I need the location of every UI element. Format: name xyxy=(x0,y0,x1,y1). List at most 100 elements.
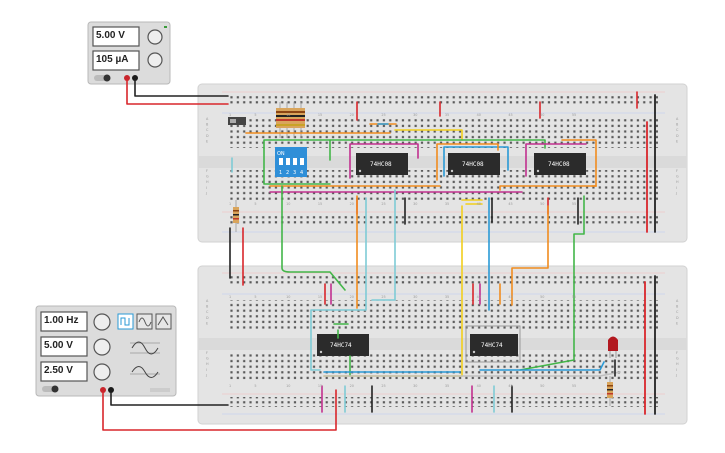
row-letter-right-0-D: D xyxy=(676,134,679,138)
power-supply-voltage-display: 5.00 V xyxy=(96,30,125,41)
column-number-bottom-1-40: 40 xyxy=(477,384,481,388)
column-number-top-1-15: 15 xyxy=(318,295,322,299)
row-letter-right-1-F: F xyxy=(676,351,678,355)
current-knob[interactable] xyxy=(147,52,163,68)
row-letter-left-0-E: E xyxy=(206,139,208,143)
function-generator-frequency-display: 1.00 Hz xyxy=(44,315,79,326)
row-letter-right-1-H: H xyxy=(676,362,679,366)
column-number-top-1-30: 30 xyxy=(413,295,417,299)
dip-switch-number-4: 4 xyxy=(300,170,303,176)
column-number-bottom-0-55: 55 xyxy=(572,202,576,206)
column-number-bottom-0-40: 40 xyxy=(477,202,481,206)
row-letter-left-0-G: G xyxy=(206,175,209,179)
column-number-top-1-50: 50 xyxy=(540,295,544,299)
column-number-top-1-35: 35 xyxy=(445,295,449,299)
column-number-top-0-50: 50 xyxy=(540,113,544,117)
column-number-bottom-0-35: 35 xyxy=(445,202,449,206)
chip-label-74hc74-1: 74HC74 xyxy=(330,342,352,349)
row-letter-left-1-G: G xyxy=(206,357,209,361)
column-number-bottom-1-45: 45 xyxy=(508,384,512,388)
row-letter-left-0-J: J xyxy=(205,191,207,195)
column-number-bottom-1-5: 5 xyxy=(254,384,256,388)
power-supply-current-display: 105 µA xyxy=(96,54,129,65)
column-number-top-1-1: 1 xyxy=(229,295,231,299)
column-number-top-0-30: 30 xyxy=(413,113,417,117)
generator-positive-terminal-icon[interactable] xyxy=(100,387,106,393)
column-number-bottom-0-50: 50 xyxy=(540,202,544,206)
generator-label-plate xyxy=(150,388,170,392)
row-letter-left-1-I: I xyxy=(206,368,207,372)
column-number-bottom-0-45: 45 xyxy=(508,202,512,206)
row-letter-left-1-H: H xyxy=(206,362,209,366)
column-number-top-0-35: 35 xyxy=(445,113,449,117)
sine-wave-button[interactable] xyxy=(136,313,153,330)
column-number-top-1-10: 10 xyxy=(286,295,290,299)
breadboard-top[interactable] xyxy=(197,83,688,243)
column-number-top-1-20: 20 xyxy=(350,295,354,299)
row-letter-right-1-D: D xyxy=(676,316,679,320)
column-number-bottom-1-1: 1 xyxy=(229,384,231,388)
column-number-top-0-40: 40 xyxy=(477,113,481,117)
column-number-bottom-1-10: 10 xyxy=(286,384,290,388)
voltage-knob[interactable] xyxy=(147,29,163,45)
row-letter-right-1-J: J xyxy=(675,373,677,377)
column-number-bottom-0-5: 5 xyxy=(254,202,256,206)
column-number-top-0-45: 45 xyxy=(508,113,512,117)
column-number-bottom-0-1: 1 xyxy=(229,202,231,206)
column-number-bottom-1-30: 30 xyxy=(413,384,417,388)
column-number-top-0-10: 10 xyxy=(286,113,290,117)
function-generator-offset-display: 2.50 V xyxy=(44,365,73,376)
dip-switch-on-label: ON xyxy=(277,151,285,157)
chip-label-74hc08-1: 74HC08 xyxy=(370,161,392,168)
column-number-top-0-15: 15 xyxy=(318,113,322,117)
row-letter-left-0-H: H xyxy=(206,180,209,184)
frequency-knob[interactable] xyxy=(93,313,111,331)
chip-label-74hc74-2: 74HC74 xyxy=(481,342,503,349)
square-wave-button[interactable] xyxy=(117,313,134,330)
row-letter-right-1-I: I xyxy=(676,368,677,372)
power-switch-knob-icon xyxy=(103,74,111,82)
chip-label-74hc08-3: 74HC08 xyxy=(548,161,570,168)
column-number-bottom-0-25: 25 xyxy=(381,202,385,206)
column-number-bottom-0-20: 20 xyxy=(350,202,354,206)
row-letter-left-0-I: I xyxy=(206,186,207,190)
row-letter-left-0-D: D xyxy=(206,134,209,138)
generator-negative-terminal-icon[interactable] xyxy=(108,387,114,393)
power-led-icon xyxy=(164,26,167,28)
column-number-top-0-1: 1 xyxy=(229,113,231,117)
slide-switch[interactable] xyxy=(228,117,246,125)
row-letter-left-1-D: D xyxy=(206,316,209,320)
dip-switch-number-3: 3 xyxy=(293,170,296,176)
column-number-bottom-1-25: 25 xyxy=(381,384,385,388)
column-number-top-1-45: 45 xyxy=(508,295,512,299)
row-letter-right-0-E: E xyxy=(676,139,678,143)
row-letter-left-0-F: F xyxy=(206,169,208,173)
amplitude-knob[interactable] xyxy=(93,338,111,356)
column-number-top-1-25: 25 xyxy=(381,295,385,299)
row-letter-right-0-G: G xyxy=(676,175,679,179)
column-number-top-0-25: 25 xyxy=(381,113,385,117)
offset-knob[interactable] xyxy=(93,363,111,381)
column-number-top-0-20: 20 xyxy=(350,113,354,117)
row-letter-left-1-F: F xyxy=(206,351,208,355)
chip-label-74hc08-2: 74HC08 xyxy=(462,161,484,168)
column-number-bottom-0-30: 30 xyxy=(413,202,417,206)
triangle-wave-button[interactable] xyxy=(155,313,172,330)
function-generator-amplitude-display: 5.00 V xyxy=(44,340,73,351)
generator-switch-knob-icon xyxy=(51,385,59,393)
column-number-bottom-1-35: 35 xyxy=(445,384,449,388)
row-letter-right-1-E: E xyxy=(676,321,678,325)
column-number-bottom-0-15: 15 xyxy=(318,202,322,206)
column-number-top-0-5: 5 xyxy=(254,113,256,117)
row-letter-right-1-G: G xyxy=(676,357,679,361)
row-letter-left-1-J: J xyxy=(205,373,207,377)
dip-switch-number-1: 1 xyxy=(279,170,282,176)
row-letter-right-0-I: I xyxy=(676,186,677,190)
column-number-top-1-55: 55 xyxy=(572,295,576,299)
column-number-bottom-0-10: 10 xyxy=(286,202,290,206)
column-number-top-0-55: 55 xyxy=(572,113,576,117)
row-letter-right-0-J: J xyxy=(675,191,677,195)
column-number-top-1-5: 5 xyxy=(254,295,256,299)
dip-switch-number-2: 2 xyxy=(286,170,289,176)
row-letter-right-0-H: H xyxy=(676,180,679,184)
